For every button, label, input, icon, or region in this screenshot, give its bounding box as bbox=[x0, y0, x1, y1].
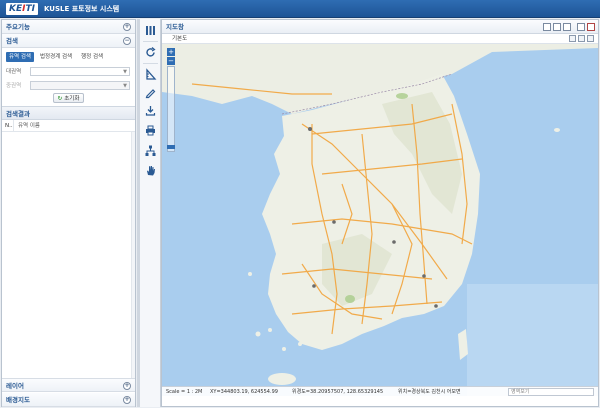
hand-icon[interactable] bbox=[143, 163, 158, 178]
measure-icon[interactable] bbox=[143, 67, 158, 82]
tab-legal-boundary-search[interactable]: 법정경계 검색 bbox=[37, 52, 75, 62]
results-header: 검색결과 bbox=[2, 106, 135, 120]
print-icon[interactable] bbox=[143, 123, 158, 138]
collapse-icon[interactable]: − bbox=[123, 37, 131, 45]
chevron-down-icon: ▼ bbox=[123, 82, 127, 89]
zoom-out-button[interactable]: − bbox=[167, 57, 175, 65]
map-window-title: 지도창 bbox=[166, 23, 184, 31]
layers-icon[interactable] bbox=[143, 23, 158, 38]
zoom-slider-handle[interactable] bbox=[167, 145, 175, 149]
layer-label: 레이어 bbox=[6, 382, 24, 390]
split-view-icon[interactable] bbox=[553, 23, 561, 31]
major-region-select[interactable]: ▼ bbox=[30, 66, 130, 76]
xy-readout: XY=344803.19, 624554.99 bbox=[210, 389, 278, 395]
major-region-label: 대권역 bbox=[6, 69, 22, 75]
expand-icon[interactable]: + bbox=[123, 396, 131, 404]
layer-header[interactable]: 레이어 + bbox=[2, 378, 135, 392]
map-view-buttons bbox=[543, 23, 595, 31]
top-bar: KEITI KUSLE 표토정보 시스템 bbox=[0, 0, 600, 18]
tab-watershed-search[interactable]: 유역 검색 bbox=[6, 52, 34, 62]
single-view-icon[interactable] bbox=[543, 23, 551, 31]
location-readout: 위치=경상북도 김천시 어모면 bbox=[398, 389, 461, 395]
window-restore-icon[interactable] bbox=[577, 23, 585, 31]
tab-administrative-search[interactable]: 행정 검색 bbox=[78, 52, 106, 62]
map-window-header: 지도창 bbox=[162, 20, 598, 34]
map-window: 지도창 기본도 + − Scale = 1: 2M XY=344803.19,… bbox=[161, 19, 599, 407]
latlon-readout: 위경도=38.20957507, 128.65329145 bbox=[292, 389, 384, 395]
basemap-bar: 기본도 bbox=[162, 34, 598, 44]
map-status-bar: Scale = 1 : 2M XY=344803.19, 624554.99 위… bbox=[162, 386, 598, 396]
korea-map-image bbox=[162, 44, 598, 396]
expand-icon[interactable]: + bbox=[123, 23, 131, 31]
toolbar-divider bbox=[143, 41, 158, 42]
search-header[interactable]: 검색 − bbox=[2, 34, 135, 48]
search-tabs: 유역 검색 법정경계 검색 행정 검색 bbox=[2, 48, 135, 64]
app-title: KUSLE 표토정보 시스템 bbox=[44, 5, 120, 13]
toolbar-divider bbox=[143, 63, 158, 64]
basemap-buttons bbox=[569, 35, 594, 42]
layer-section: 레이어 + bbox=[2, 378, 135, 392]
keiti-logo: KEITI bbox=[6, 3, 38, 15]
edit-icon[interactable] bbox=[143, 85, 158, 100]
map-canvas[interactable]: + − Scale = 1 : 2M XY=344803.19, 624554.… bbox=[162, 44, 598, 396]
results-scrollbar[interactable] bbox=[131, 132, 135, 388]
results-table-header: N.. 유역 이름 bbox=[2, 120, 135, 132]
reset-icon: ↻ bbox=[57, 96, 63, 102]
zoom-control: + − bbox=[167, 48, 175, 152]
mid-region-select[interactable]: ▼ bbox=[30, 80, 130, 90]
main-functions-label: 주요기능 bbox=[6, 23, 30, 31]
mid-region-row: 중권역 ▼ bbox=[2, 78, 135, 92]
zoom-in-button[interactable]: + bbox=[167, 48, 175, 56]
window-close-icon[interactable] bbox=[587, 23, 595, 31]
search-label: 검색 bbox=[6, 37, 18, 45]
zoom-slider[interactable] bbox=[167, 66, 175, 152]
col-watershed-name[interactable]: 유역 이름 bbox=[14, 120, 40, 131]
refresh-icon[interactable] bbox=[143, 45, 158, 60]
major-region-row: 대권역 ▼ bbox=[2, 64, 135, 78]
basemap-label: 기본도 bbox=[172, 36, 188, 42]
col-number[interactable]: N.. bbox=[2, 120, 14, 131]
mid-region-label: 중권역 bbox=[6, 83, 22, 89]
reset-label: 초기화 bbox=[64, 96, 80, 102]
next-icon[interactable] bbox=[578, 35, 585, 42]
scale-readout: Scale = 1 : 2M bbox=[166, 389, 203, 395]
close-icon[interactable] bbox=[587, 35, 594, 42]
main-functions-header[interactable]: 주요기능 + bbox=[2, 20, 135, 34]
reset-button[interactable]: ↻ 초기화 bbox=[52, 93, 85, 103]
quad-view-icon[interactable] bbox=[563, 23, 571, 31]
area-view-select[interactable]: 영역보기 bbox=[508, 388, 594, 396]
prev-icon[interactable] bbox=[569, 35, 576, 42]
background-map-header[interactable]: 배경지도 + bbox=[2, 393, 135, 407]
map-toolbar bbox=[140, 19, 161, 407]
background-map-section: 배경지도 + bbox=[2, 393, 135, 407]
download-icon[interactable] bbox=[143, 103, 158, 118]
background-map-label: 배경지도 bbox=[6, 396, 30, 404]
expand-icon[interactable]: + bbox=[123, 382, 131, 390]
left-panel: 주요기능 + 검색 − 유역 검색 법정경계 검색 행정 검색 대권역 ▼ 중권… bbox=[1, 19, 136, 407]
network-icon[interactable] bbox=[143, 143, 158, 158]
reset-wrap: ↻ 초기화 bbox=[2, 92, 135, 106]
chevron-down-icon: ▼ bbox=[123, 68, 127, 75]
